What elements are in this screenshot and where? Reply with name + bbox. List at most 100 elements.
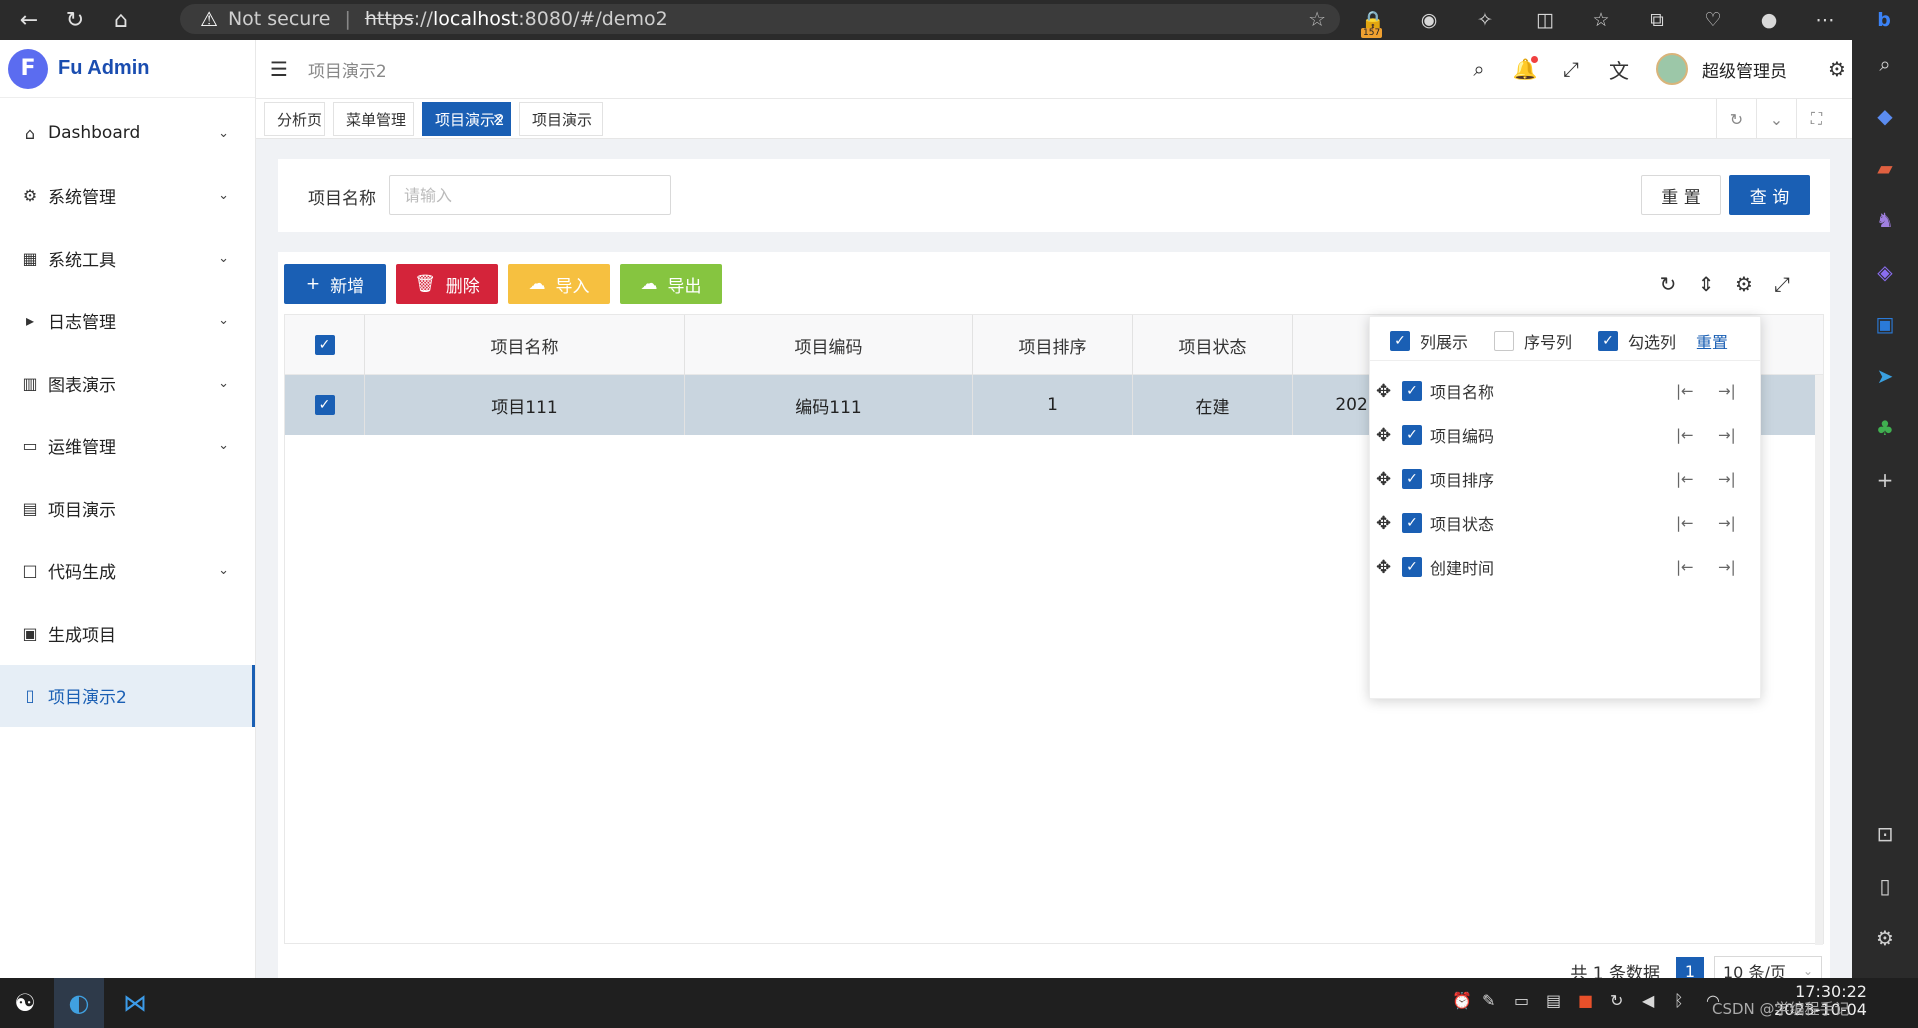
gear-icon[interactable]: ⚙: [1822, 54, 1852, 84]
tray-pen-icon[interactable]: ✎: [1482, 991, 1495, 1010]
copilot-icon[interactable]: ◈: [1869, 256, 1901, 288]
tray-terminal-icon[interactable]: ▭: [1514, 991, 1529, 1010]
column-checkbox[interactable]: ✓: [1402, 381, 1422, 401]
header-cell[interactable]: 项目状态: [1133, 315, 1293, 375]
panel-icon[interactable]: ▯: [1869, 870, 1901, 902]
fix-right-icon[interactable]: →|: [1718, 558, 1736, 576]
collections-icon[interactable]: ⧉: [1641, 4, 1673, 36]
sidebar-item-system[interactable]: ⚙ 系统管理 ⌄: [0, 165, 255, 228]
settings-icon[interactable]: ⚙: [1869, 922, 1901, 954]
tray-volume-icon[interactable]: ◀: [1642, 991, 1654, 1010]
address-bar[interactable]: ⚠ Not secure | https://localhost:8080/#/…: [180, 4, 1340, 34]
split-screen-icon[interactable]: ◫: [1529, 4, 1561, 36]
fix-right-icon[interactable]: →|: [1718, 382, 1736, 400]
favorite-star-icon[interactable]: ☆: [1308, 7, 1326, 31]
reset-button[interactable]: 重 置: [1641, 175, 1721, 215]
fullscreen-icon[interactable]: ⤢: [1768, 270, 1796, 298]
search-icon[interactable]: ⌕: [1464, 54, 1494, 84]
popover-reset-link[interactable]: 重置: [1696, 329, 1728, 353]
refresh-icon[interactable]: ↻: [1654, 270, 1682, 298]
toolbox-icon[interactable]: ▰: [1869, 152, 1901, 184]
sidebar-item-charts[interactable]: ▥ 图表演示 ⌄: [0, 352, 255, 415]
sidebar-item-ops[interactable]: ▭ 运维管理 ⌄: [0, 415, 255, 478]
tab-analysis[interactable]: 分析页: [264, 102, 325, 136]
option-show-columns[interactable]: ✓ 列展示: [1390, 329, 1468, 353]
bing-icon[interactable]: b: [1868, 4, 1900, 36]
translate-icon[interactable]: 文: [1604, 54, 1634, 84]
fix-left-icon[interactable]: |←: [1676, 514, 1694, 532]
more-menu-icon[interactable]: ⋯: [1809, 4, 1841, 36]
column-checkbox[interactable]: ✓: [1402, 469, 1422, 489]
edge-browser-icon[interactable]: ◐: [54, 978, 104, 1028]
search-icon[interactable]: ⌕: [1869, 48, 1901, 80]
tab-menu-management[interactable]: 菜单管理: [333, 102, 414, 136]
fix-right-icon[interactable]: →|: [1718, 514, 1736, 532]
drag-handle-icon[interactable]: ✥: [1376, 425, 1391, 446]
lock-extension-icon[interactable]: 🔒 157: [1357, 4, 1389, 38]
fix-left-icon[interactable]: |←: [1676, 426, 1694, 444]
start-menu-icon[interactable]: ☯: [0, 978, 50, 1028]
profile-icon[interactable]: ●: [1753, 4, 1785, 36]
column-checkbox[interactable]: ✓: [1402, 513, 1422, 533]
fix-left-icon[interactable]: |←: [1676, 470, 1694, 488]
header-cell[interactable]: 项目排序: [973, 315, 1133, 375]
sidebar-item-tools[interactable]: ▦ 系统工具 ⌄: [0, 227, 255, 290]
tray-bluetooth-icon[interactable]: ᛒ: [1674, 991, 1684, 1010]
column-settings-gear-icon[interactable]: ⚙: [1730, 270, 1758, 298]
tray-alarm-icon[interactable]: ⏰: [1452, 991, 1472, 1010]
header-cell[interactable]: 项目名称: [365, 315, 685, 375]
option-select-column[interactable]: ✓ 勾选列: [1598, 329, 1676, 353]
column-checkbox[interactable]: ✓: [1402, 557, 1422, 577]
bell-icon[interactable]: 🔔: [1510, 54, 1540, 84]
user-name[interactable]: 超级管理员: [1702, 57, 1787, 82]
tray-app-icon[interactable]: ■: [1578, 991, 1593, 1010]
fullscreen-icon[interactable]: ⤢: [1556, 54, 1586, 84]
project-name-input[interactable]: [389, 175, 671, 215]
maximize-icon[interactable]: ⛶: [1796, 99, 1836, 139]
drag-handle-icon[interactable]: ✥: [1376, 557, 1391, 578]
fix-right-icon[interactable]: →|: [1718, 426, 1736, 444]
menu-fold-icon[interactable]: ☰: [270, 57, 288, 81]
sidebar-item-logs[interactable]: ▸ 日志管理 ⌄: [0, 290, 255, 353]
drag-handle-icon[interactable]: ✥: [1376, 513, 1391, 534]
fix-right-icon[interactable]: →|: [1718, 470, 1736, 488]
avatar[interactable]: [1656, 53, 1688, 85]
sidebar-item-codegen[interactable]: □ 代码生成 ⌄: [0, 540, 255, 603]
drag-handle-icon[interactable]: ✥: [1376, 469, 1391, 490]
games-icon[interactable]: ♞: [1869, 204, 1901, 236]
tray-clipboard-icon[interactable]: ▤: [1546, 991, 1561, 1010]
fix-left-icon[interactable]: |←: [1676, 382, 1694, 400]
health-icon[interactable]: ♡: [1697, 4, 1729, 36]
close-icon[interactable]: ×: [492, 111, 504, 127]
header-cell[interactable]: 项目编码: [685, 315, 973, 375]
tray-sync-icon[interactable]: ↻: [1610, 991, 1623, 1010]
favorites-icon[interactable]: ☆: [1585, 4, 1617, 36]
row-height-icon[interactable]: ⇕: [1692, 270, 1720, 298]
tab-project-demo[interactable]: 项目演示: [519, 102, 603, 136]
export-button[interactable]: ☁ 导出: [620, 264, 722, 304]
select-all-checkbox[interactable]: ✓: [314, 335, 335, 355]
reload-icon[interactable]: ↻: [58, 3, 92, 37]
delete-button[interactable]: 🗑 删除: [396, 264, 498, 304]
extensions-puzzle-icon[interactable]: ✧: [1469, 4, 1501, 36]
vscode-icon[interactable]: ⋈: [110, 978, 160, 1028]
extension-face-icon[interactable]: ◉: [1413, 4, 1445, 36]
chevron-down-icon[interactable]: ⌄: [1756, 99, 1796, 139]
logo[interactable]: F Fu Admin: [0, 40, 255, 98]
sidebar-item-generated[interactable]: ▣ 生成项目: [0, 602, 255, 665]
sidebar-item-project-demo2[interactable]: ▯ 项目演示2: [0, 664, 255, 727]
row-checkbox[interactable]: ✓: [314, 395, 335, 415]
checkbox[interactable]: ✓: [1598, 331, 1618, 351]
back-icon[interactable]: ←: [12, 3, 46, 37]
checkbox[interactable]: [1494, 331, 1514, 351]
sidebar-item-dashboard[interactable]: ⌂ Dashboard ⌄: [0, 102, 255, 165]
query-button[interactable]: 查 询: [1729, 175, 1810, 215]
add-button[interactable]: + 新增: [284, 264, 386, 304]
home-icon[interactable]: ⌂: [104, 3, 138, 37]
outlook-icon[interactable]: ▣: [1869, 308, 1901, 340]
import-button[interactable]: ☁ 导入: [508, 264, 610, 304]
tree-icon[interactable]: ♣: [1869, 412, 1901, 444]
screenshot-icon[interactable]: ⊡: [1869, 818, 1901, 850]
add-icon[interactable]: +: [1869, 464, 1901, 496]
option-index-column[interactable]: 序号列: [1494, 329, 1572, 353]
